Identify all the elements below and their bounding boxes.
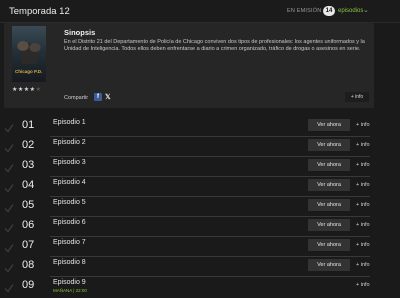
share-label: Compartir bbox=[64, 95, 89, 101]
air-date: MAÑANA | 22:00 bbox=[53, 288, 87, 293]
row-divider bbox=[50, 216, 370, 217]
row-divider bbox=[50, 256, 370, 257]
episode-row[interactable]: 07 Episodio 7 Ver ahora + info bbox=[0, 238, 376, 257]
synopsis-heading: Sinopsis bbox=[64, 28, 96, 37]
star-empty-icon: ★ bbox=[35, 87, 42, 93]
watch-now-button[interactable]: Ver ahora bbox=[308, 179, 350, 191]
row-divider bbox=[50, 136, 370, 137]
episode-row[interactable]: 01 Episodio 1 Ver ahora + info bbox=[0, 118, 376, 137]
episode-info-button[interactable]: + info bbox=[356, 142, 370, 148]
episode-info-button[interactable]: + info bbox=[356, 222, 370, 228]
episode-info-button[interactable]: + info bbox=[356, 162, 370, 168]
episode-info-button[interactable]: + info bbox=[356, 282, 370, 288]
row-divider bbox=[50, 236, 370, 237]
episode-number: 03 bbox=[22, 159, 35, 171]
poster-artwork bbox=[14, 34, 44, 64]
episode-title[interactable]: Episodio 1 bbox=[53, 119, 86, 126]
watched-check-icon[interactable] bbox=[4, 220, 14, 233]
episode-row[interactable]: 09 Episodio 9 MAÑANA | 22:00 + info bbox=[0, 278, 376, 297]
poster-logo-main: Chicago bbox=[15, 69, 33, 74]
episode-number: 07 bbox=[22, 239, 35, 251]
episode-row[interactable]: 05 Episodio 5 Ver ahora + info bbox=[0, 198, 376, 217]
episode-title[interactable]: Episodio 2 bbox=[53, 139, 86, 146]
episode-title[interactable]: Episodio 7 bbox=[53, 239, 86, 246]
episode-number: 04 bbox=[22, 179, 35, 191]
season-header: Temporada 12 EN EMISIÓN 14 episodios ⌄ bbox=[0, 0, 400, 23]
poster-logo: Chicago P.D. bbox=[15, 69, 42, 74]
episode-count-badge: 14 bbox=[323, 6, 335, 16]
row-divider bbox=[50, 196, 370, 197]
episode-row[interactable]: 03 Episodio 3 Ver ahora + info bbox=[0, 158, 376, 177]
episode-title[interactable]: Episodio 4 bbox=[53, 179, 86, 186]
episode-title[interactable]: Episodio 8 bbox=[53, 259, 86, 266]
airing-status: EN EMISIÓN bbox=[287, 8, 322, 14]
row-divider bbox=[50, 276, 370, 277]
episode-number: 01 bbox=[22, 119, 35, 131]
episode-info-button[interactable]: + info bbox=[356, 202, 370, 208]
episode-title[interactable]: Episodio 9 bbox=[53, 279, 86, 286]
episode-number: 05 bbox=[22, 199, 35, 211]
show-info-button[interactable]: + info bbox=[345, 92, 369, 102]
watched-check-icon[interactable] bbox=[4, 180, 14, 193]
episode-number: 06 bbox=[22, 219, 35, 231]
poster-logo-suffix: P.D. bbox=[34, 69, 43, 74]
row-divider bbox=[50, 156, 370, 157]
episode-number: 02 bbox=[22, 139, 35, 151]
rating-stars: ★★★★★ bbox=[12, 86, 41, 93]
show-poster: Chicago P.D. bbox=[12, 26, 46, 82]
chevron-down-icon[interactable]: ⌄ bbox=[363, 6, 369, 14]
synopsis-text: En el Distrito 21 del Departamento de Po… bbox=[64, 39, 365, 53]
facebook-icon[interactable]: f bbox=[94, 93, 102, 101]
episode-info-button[interactable]: + info bbox=[356, 242, 370, 248]
episodes-dropdown[interactable]: episodios bbox=[338, 8, 363, 14]
watch-now-button[interactable]: Ver ahora bbox=[308, 239, 350, 251]
watched-check-icon[interactable] bbox=[4, 240, 14, 253]
episode-title[interactable]: Episodio 3 bbox=[53, 159, 86, 166]
watched-check-icon[interactable] bbox=[4, 160, 14, 173]
episode-info-button[interactable]: + info bbox=[356, 262, 370, 268]
episode-row[interactable]: 06 Episodio 6 Ver ahora + info bbox=[0, 218, 376, 237]
episode-number: 09 bbox=[22, 279, 35, 291]
watch-now-button[interactable]: Ver ahora bbox=[308, 219, 350, 231]
watched-check-icon[interactable] bbox=[4, 140, 14, 153]
episode-info-button[interactable]: + info bbox=[356, 122, 370, 128]
watch-now-button[interactable]: Ver ahora bbox=[308, 139, 350, 151]
watched-check-icon[interactable] bbox=[4, 120, 14, 133]
watch-now-button[interactable]: Ver ahora bbox=[308, 199, 350, 211]
episode-row[interactable]: 08 Episodio 8 Ver ahora + info bbox=[0, 258, 376, 277]
season-title: Temporada 12 bbox=[9, 6, 70, 17]
synopsis-panel: Chicago P.D. ★★★★★ Sinopsis En el Distri… bbox=[4, 23, 374, 108]
watched-check-icon[interactable] bbox=[4, 200, 14, 213]
watched-check-icon[interactable] bbox=[4, 280, 14, 293]
episode-row[interactable]: 02 Episodio 2 Ver ahora + info bbox=[0, 138, 376, 157]
watched-check-icon[interactable] bbox=[4, 260, 14, 273]
watch-now-button[interactable]: Ver ahora bbox=[308, 259, 350, 271]
watch-now-button[interactable]: Ver ahora bbox=[308, 159, 350, 171]
row-divider bbox=[50, 176, 370, 177]
watch-now-button[interactable]: Ver ahora bbox=[308, 119, 350, 131]
episode-row[interactable]: 04 Episodio 4 Ver ahora + info bbox=[0, 178, 376, 197]
episode-title[interactable]: Episodio 5 bbox=[53, 199, 86, 206]
episode-title[interactable]: Episodio 6 bbox=[53, 219, 86, 226]
x-icon[interactable]: 𝕏 bbox=[105, 93, 111, 101]
episode-info-button[interactable]: + info bbox=[356, 182, 370, 188]
episode-number: 08 bbox=[22, 259, 35, 271]
